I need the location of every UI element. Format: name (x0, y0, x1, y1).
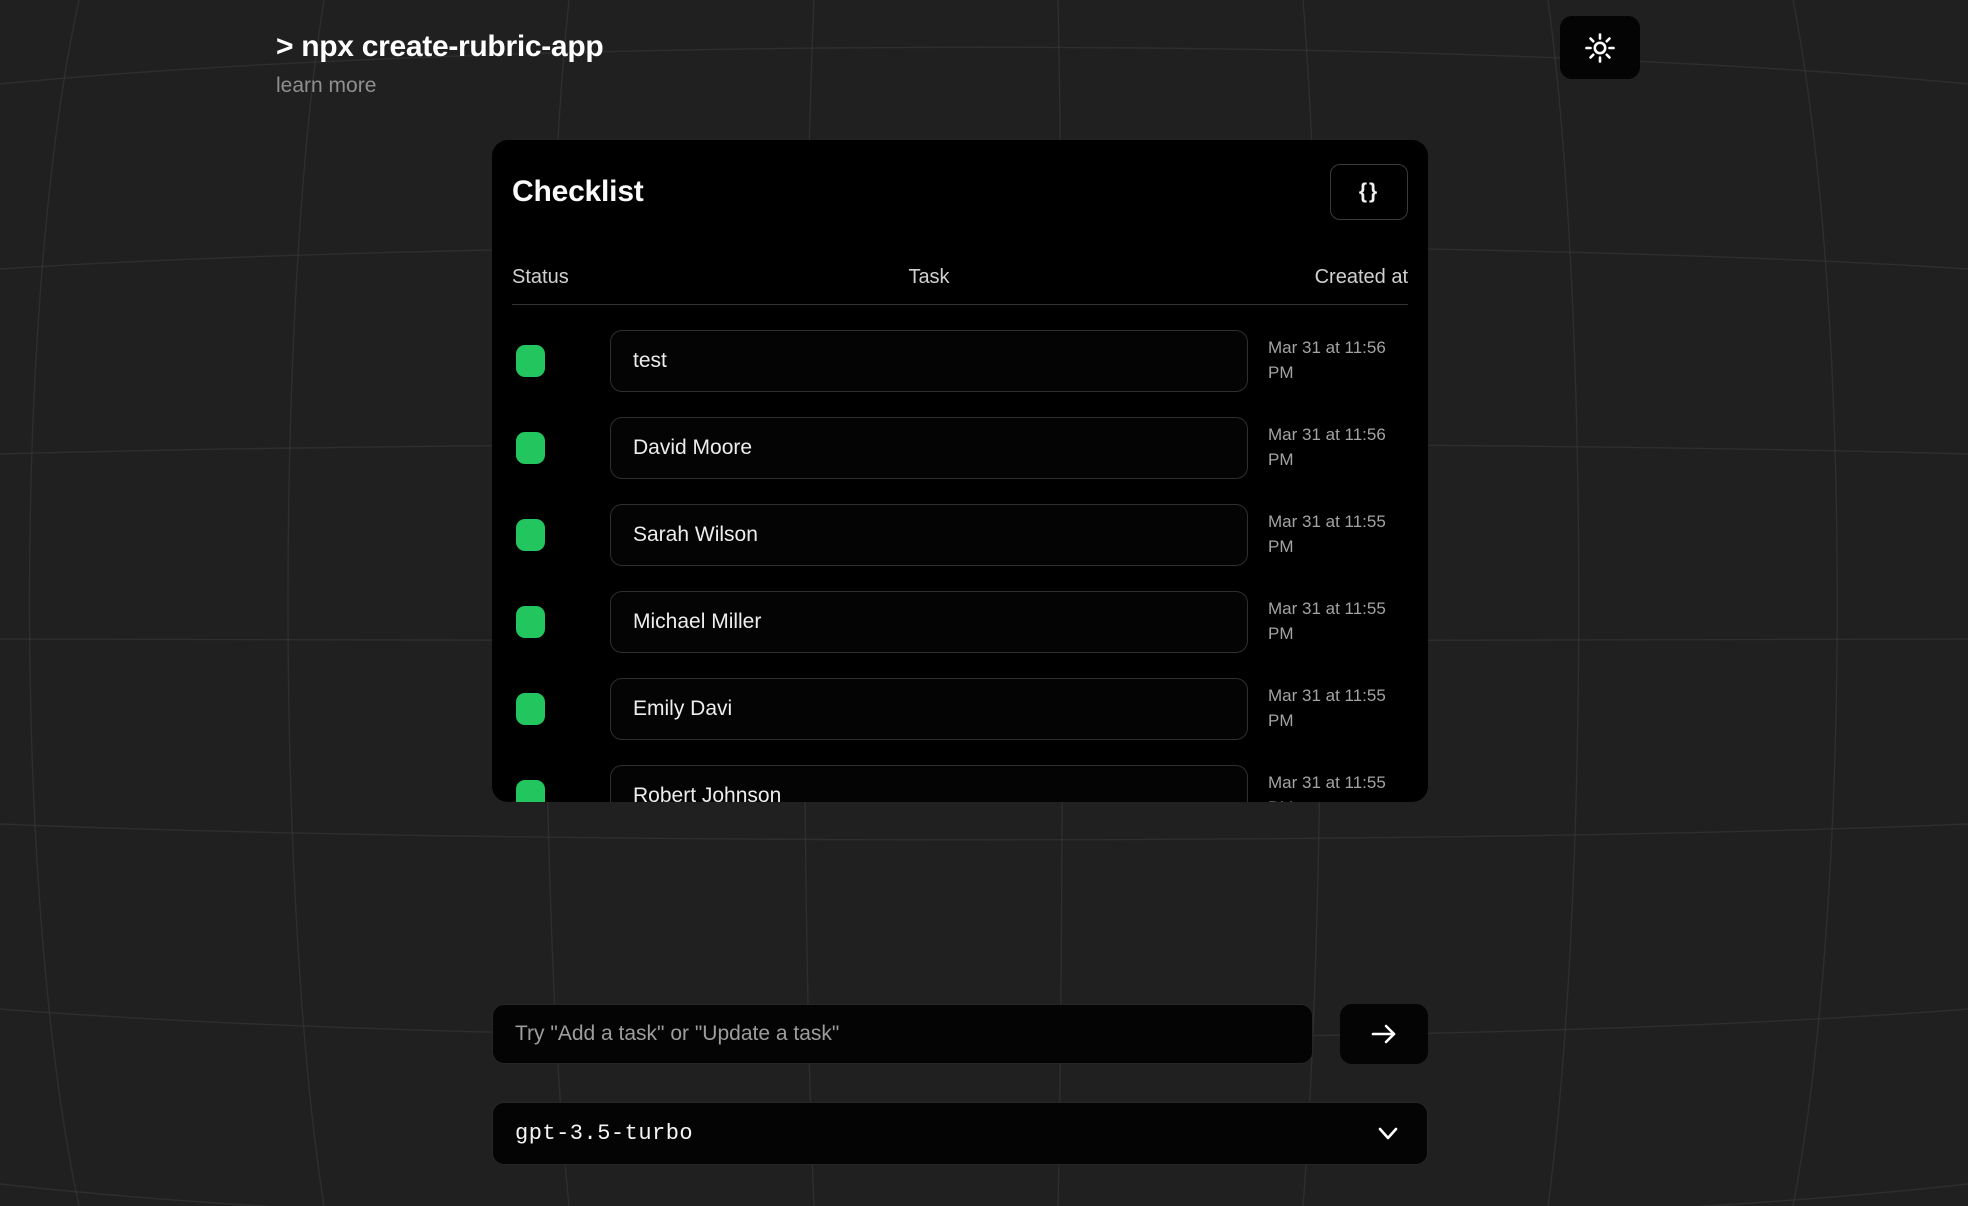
task-command-input[interactable] (492, 1004, 1313, 1064)
column-header-created-at: Created at (1268, 266, 1408, 289)
task-input[interactable] (610, 765, 1248, 803)
status-cell (512, 432, 590, 464)
app-header: > npx create-rubric-app learn more (276, 30, 603, 98)
task-input[interactable] (610, 417, 1248, 479)
task-row: Mar 31 at 11:55 PM (512, 578, 1408, 665)
submit-button[interactable] (1340, 1004, 1428, 1064)
task-row: Mar 31 at 11:55 PM (512, 665, 1408, 752)
task-cell (610, 765, 1248, 803)
status-cell (512, 606, 590, 638)
model-select[interactable]: gpt-3.5-turbo (492, 1102, 1428, 1165)
model-select-value: gpt-3.5-turbo (515, 1121, 693, 1146)
task-row: Mar 31 at 11:55 PM (512, 491, 1408, 578)
status-checkbox[interactable] (516, 693, 545, 725)
checklist-title: Checklist (512, 175, 644, 209)
task-input[interactable] (610, 591, 1248, 653)
theme-toggle-button[interactable] (1560, 16, 1640, 79)
status-checkbox[interactable] (516, 345, 545, 377)
status-cell (512, 519, 590, 551)
task-cell (610, 330, 1248, 392)
sun-icon (1583, 31, 1617, 65)
app-title: > npx create-rubric-app (276, 30, 603, 64)
json-view-button[interactable]: {} (1330, 164, 1408, 220)
status-checkbox[interactable] (516, 519, 545, 551)
task-cell (610, 417, 1248, 479)
task-created-at: Mar 31 at 11:55 PM (1268, 597, 1400, 646)
task-input[interactable] (610, 504, 1248, 566)
task-row: Mar 31 at 11:55 PM (512, 752, 1408, 802)
page: > npx create-rubric-app learn more Check… (0, 0, 1968, 1206)
status-checkbox[interactable] (516, 606, 545, 638)
task-created-at: Mar 31 at 11:56 PM (1268, 336, 1400, 385)
task-created-at: Mar 31 at 11:55 PM (1268, 684, 1400, 733)
task-cell (610, 591, 1248, 653)
task-row: Mar 31 at 11:56 PM (512, 404, 1408, 491)
status-checkbox[interactable] (516, 432, 545, 464)
task-row: Mar 31 at 11:56 PM (512, 317, 1408, 404)
task-cell (610, 504, 1248, 566)
learn-more-link[interactable]: learn more (276, 74, 376, 98)
task-created-at: Mar 31 at 11:55 PM (1268, 771, 1400, 802)
status-cell (512, 345, 590, 377)
task-created-at: Mar 31 at 11:56 PM (1268, 423, 1400, 472)
task-input[interactable] (610, 330, 1248, 392)
task-input[interactable] (610, 678, 1248, 740)
header-divider (512, 304, 1408, 305)
arrow-right-icon (1368, 1019, 1400, 1049)
column-header-status: Status (512, 266, 590, 289)
task-list: Mar 31 at 11:56 PM Mar 31 at 11:56 PM Ma… (512, 317, 1408, 802)
task-cell (610, 678, 1248, 740)
checklist-card: Checklist {} Status Task Created at Mar … (492, 140, 1428, 802)
status-cell (512, 693, 590, 725)
status-cell (512, 780, 590, 803)
column-header-task: Task (610, 266, 1248, 289)
chevron-down-icon (1375, 1125, 1401, 1143)
status-checkbox[interactable] (516, 780, 545, 803)
checklist-card-header: Checklist {} (512, 164, 1408, 220)
table-column-headers: Status Task Created at (512, 266, 1408, 289)
task-created-at: Mar 31 at 11:55 PM (1268, 510, 1400, 559)
